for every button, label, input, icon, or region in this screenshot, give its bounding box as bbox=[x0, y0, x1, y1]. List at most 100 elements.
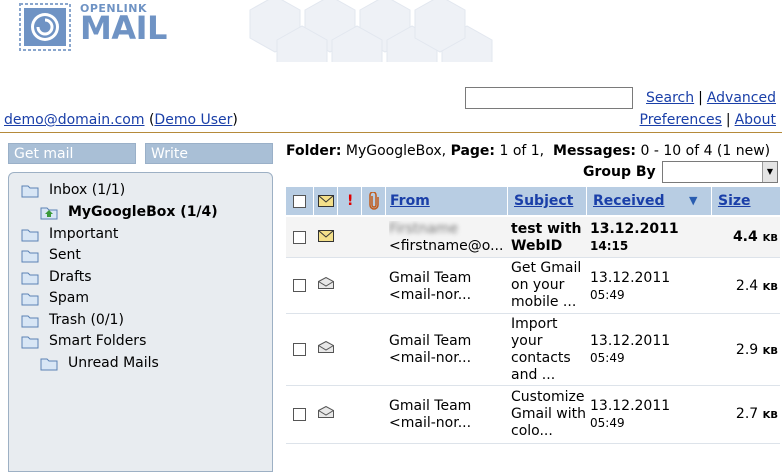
messages-label: Messages: bbox=[553, 143, 637, 159]
hexagon-background-graphic bbox=[249, 0, 493, 62]
sort-by-subject-link[interactable]: Subject bbox=[514, 193, 573, 209]
select-all-checkbox[interactable] bbox=[293, 195, 306, 208]
size-value: 2.7 bbox=[735, 406, 759, 422]
page-label: Page: bbox=[450, 143, 496, 159]
from-name: Gmail Team bbox=[389, 398, 472, 414]
header-received[interactable]: Received ▼ bbox=[587, 187, 712, 215]
folder-label: Drafts bbox=[49, 269, 92, 285]
header-attachment-cell[interactable] bbox=[362, 187, 386, 215]
settings-links: Preferences | About bbox=[640, 112, 776, 128]
sort-by-received-link[interactable]: Received bbox=[593, 193, 665, 209]
folder-label: Sent bbox=[49, 247, 81, 263]
header-select-cell bbox=[286, 187, 314, 215]
read-envelope-icon bbox=[318, 406, 334, 418]
preferences-link[interactable]: Preferences bbox=[640, 112, 722, 128]
folder-label: Inbox (1/1) bbox=[49, 182, 126, 198]
from-name: Gmail Team bbox=[389, 270, 472, 286]
folder-icon bbox=[21, 336, 39, 349]
received-time: 05:49 bbox=[590, 288, 625, 302]
priority-icon: ! bbox=[347, 193, 354, 209]
received-date: 13.12.2011 bbox=[590, 398, 671, 414]
from-address: <mail-nor... bbox=[389, 350, 472, 366]
about-link[interactable]: About bbox=[735, 112, 776, 128]
size-value: 2.9 bbox=[735, 342, 759, 358]
folder-label: Unread Mails bbox=[68, 355, 159, 371]
user-name-link[interactable]: Demo User bbox=[154, 112, 232, 128]
advanced-search-link[interactable]: Advanced bbox=[707, 90, 776, 106]
folder-tree: Inbox (1/1) MyGoogleBox (1/4) Important … bbox=[8, 172, 273, 472]
read-envelope-icon bbox=[318, 341, 334, 353]
size-cell: 2.4 KB bbox=[716, 278, 778, 296]
folder-label: Important bbox=[49, 226, 119, 242]
from-cell: Gmail Team <mail-nor... bbox=[389, 398, 509, 432]
folder-icon bbox=[21, 293, 39, 306]
folder-icon bbox=[40, 358, 58, 371]
sort-descending-icon[interactable]: ▼ bbox=[689, 187, 697, 215]
group-by-select[interactable]: ▼ bbox=[662, 161, 778, 183]
unread-envelope-icon bbox=[318, 230, 334, 242]
received-date: 13.12.2011 bbox=[590, 270, 671, 286]
subject-cell[interactable]: Import your contacts and ... bbox=[511, 316, 581, 384]
row-checkbox[interactable] bbox=[293, 408, 306, 421]
size-unit: KB bbox=[762, 282, 778, 293]
brand-name-main: MAIL bbox=[80, 9, 167, 47]
received-time: 14:15 bbox=[590, 239, 629, 253]
subject-cell[interactable]: test with WebID bbox=[511, 221, 587, 255]
header-priority-cell[interactable]: ! bbox=[338, 187, 362, 215]
from-name: Firstname bbox=[389, 221, 459, 237]
from-name: Gmail Team bbox=[389, 333, 472, 349]
sort-by-size-link[interactable]: Size bbox=[718, 193, 751, 209]
size-cell: 4.4 KB bbox=[716, 229, 778, 247]
header: OPENLINK MAIL bbox=[0, 0, 782, 62]
table-row[interactable]: Firstname <firstname@o... test with WebI… bbox=[286, 217, 780, 258]
subject-cell[interactable]: Get Gmail on your mobile ... bbox=[511, 260, 587, 311]
size-unit: KB bbox=[762, 410, 778, 421]
from-address: <mail-nor... bbox=[389, 415, 472, 431]
row-checkbox[interactable] bbox=[293, 343, 306, 356]
header-divider bbox=[0, 132, 782, 133]
header-from[interactable]: From bbox=[386, 187, 508, 215]
search-links: Search | Advanced bbox=[646, 90, 776, 106]
user-email-link[interactable]: demo@domain.com bbox=[4, 112, 145, 128]
size-value: 4.4 bbox=[732, 229, 758, 245]
search-link[interactable]: Search bbox=[646, 90, 694, 106]
from-cell: Firstname <firstname@o... bbox=[389, 221, 509, 255]
received-cell: 13.12.2011 05:49 bbox=[590, 333, 710, 367]
table-row[interactable]: Gmail Team <mail-nor... Customize Gmail … bbox=[286, 386, 780, 444]
user-paren-close: ) bbox=[232, 112, 238, 128]
received-cell: 13.12.2011 05:49 bbox=[590, 270, 710, 304]
folder-icon bbox=[21, 315, 39, 328]
header-read-cell[interactable] bbox=[314, 187, 338, 215]
chevron-down-icon[interactable]: ▼ bbox=[762, 162, 777, 182]
subject-cell[interactable]: Customize Gmail with colo... bbox=[511, 389, 587, 440]
received-date: 13.12.2011 bbox=[590, 333, 671, 349]
header-subject[interactable]: Subject bbox=[508, 187, 587, 215]
size-cell: 2.9 KB bbox=[716, 342, 778, 360]
folder-status-line: Folder: MyGoogleBox, Page: 1 of 1, Messa… bbox=[286, 143, 770, 159]
separator: | bbox=[698, 90, 703, 106]
envelope-icon bbox=[318, 195, 334, 207]
from-cell: Gmail Team <mail-nor... bbox=[389, 270, 509, 304]
size-unit: KB bbox=[762, 346, 778, 357]
received-time: 05:49 bbox=[590, 416, 625, 430]
table-row[interactable]: Gmail Team <mail-nor... Import your cont… bbox=[286, 314, 780, 386]
user-info: demo@domain.com (Demo User) bbox=[4, 112, 238, 128]
mailbox-folder-icon bbox=[40, 207, 58, 220]
folder-label: Folder: bbox=[286, 143, 342, 159]
row-checkbox[interactable] bbox=[293, 279, 306, 292]
get-mail-button[interactable]: Get mail bbox=[8, 143, 136, 164]
folder-name: MyGoogleBox, bbox=[345, 143, 447, 159]
write-button[interactable]: Write bbox=[145, 143, 273, 164]
table-row[interactable]: Gmail Team <mail-nor... Get Gmail on you… bbox=[286, 258, 780, 314]
received-cell: 13.12.2011 14:15 bbox=[590, 221, 710, 255]
from-cell: Gmail Team <mail-nor... bbox=[389, 333, 509, 367]
size-cell: 2.7 KB bbox=[716, 406, 778, 424]
folder-icon bbox=[21, 229, 39, 242]
sort-by-from-link[interactable]: From bbox=[390, 193, 430, 209]
folder-label: MyGoogleBox (1/4) bbox=[68, 204, 218, 220]
header-size[interactable]: Size bbox=[712, 187, 780, 215]
row-checkbox[interactable] bbox=[293, 231, 306, 244]
search-input[interactable] bbox=[465, 87, 633, 109]
group-by-label: Group By bbox=[583, 164, 656, 180]
folder-label: Trash (0/1) bbox=[49, 312, 124, 328]
